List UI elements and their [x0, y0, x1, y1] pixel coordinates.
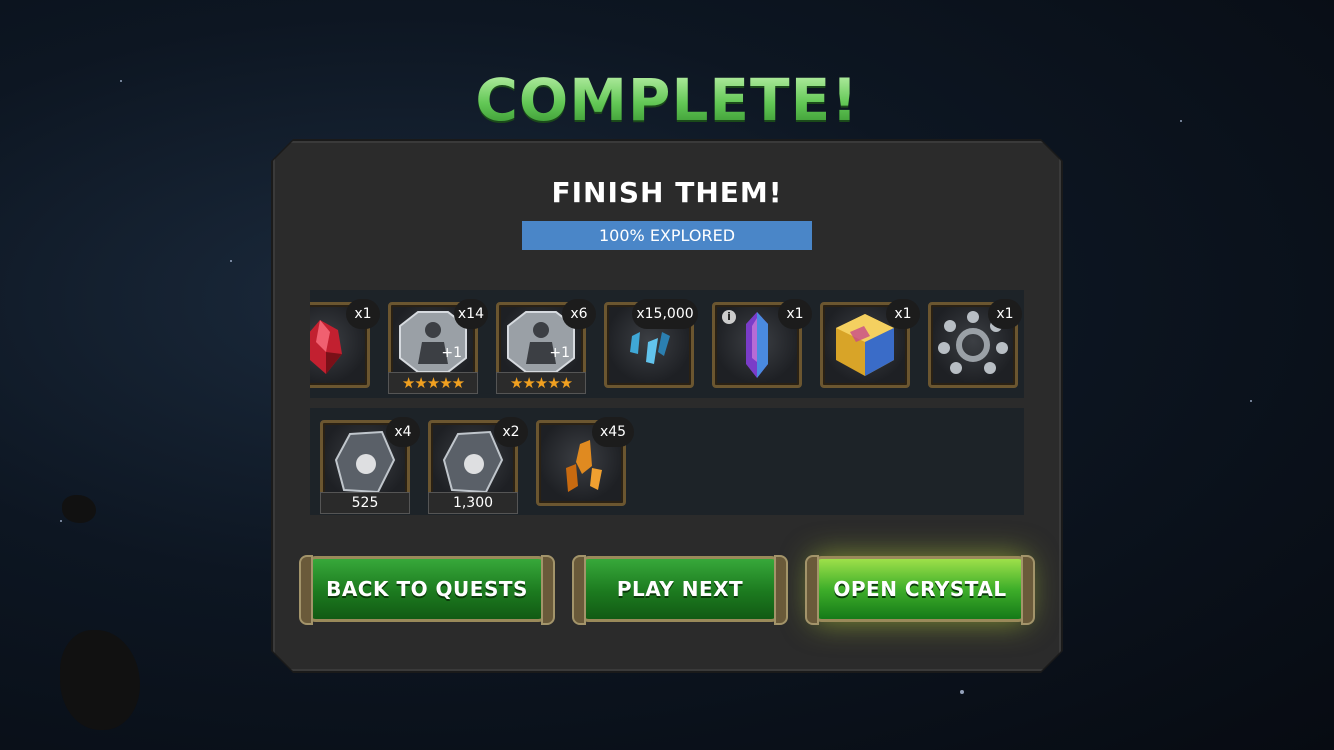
button-cap — [1021, 555, 1035, 625]
progress-label: 100% EXPLORED — [598, 226, 736, 245]
reward-item[interactable]: 525 x4 — [320, 417, 420, 514]
exploration-progress-bar: 100% EXPLORED — [522, 221, 812, 250]
quantity-badge: x1 — [988, 299, 1022, 329]
iso-value: 1,300 — [428, 492, 518, 514]
button-cap — [299, 555, 313, 625]
page-title: COMPLETE! — [0, 66, 1334, 134]
rewards-row-1: x1 +1 ★★★★★ x14 +1 ★★★★★ x6 x15,000 i x1… — [310, 290, 1024, 398]
token-bonus: +1 — [441, 345, 462, 361]
iso-value: 525 — [320, 492, 410, 514]
asteroid — [62, 495, 96, 523]
reward-item[interactable]: x15,000 — [604, 299, 698, 388]
back-to-quests-label: BACK TO QUESTS — [326, 577, 528, 601]
play-next-label: PLAY NEXT — [616, 577, 744, 601]
quantity-badge: x1 — [886, 299, 920, 329]
quantity-badge: x4 — [386, 417, 420, 447]
background-star — [60, 520, 62, 522]
open-crystal-button[interactable]: OPEN CRYSTAL — [805, 555, 1035, 625]
background-star — [960, 690, 964, 694]
play-next-button[interactable]: PLAY NEXT — [572, 555, 788, 625]
reward-item[interactable]: +1 ★★★★★ x14 — [388, 299, 488, 394]
quantity-badge: x14 — [453, 299, 488, 329]
token-bonus: +1 — [549, 345, 570, 361]
open-crystal-label: OPEN CRYSTAL — [833, 577, 1007, 601]
button-cap — [774, 555, 788, 625]
button-cap — [805, 555, 819, 625]
reward-item[interactable]: i x1 — [712, 299, 812, 388]
star-rating: ★★★★★ — [388, 372, 478, 394]
background-star — [1250, 400, 1252, 402]
quest-subtitle: FINISH THEM! — [551, 176, 783, 209]
rewards-row-2: 525 x4 1,300 x2 x45 — [310, 408, 1024, 515]
button-cap — [541, 555, 555, 625]
quantity-badge: x2 — [494, 417, 528, 447]
quantity-badge: x15,000 — [632, 299, 698, 329]
background-star — [230, 260, 232, 262]
quantity-badge: x1 — [346, 299, 380, 329]
reward-item[interactable]: 1,300 x2 — [428, 417, 528, 514]
button-cap — [572, 555, 586, 625]
quantity-badge: x6 — [562, 299, 596, 329]
info-icon[interactable]: i — [722, 310, 736, 324]
asteroid — [60, 630, 140, 730]
reward-item[interactable]: x1 — [310, 299, 380, 388]
quantity-badge: x1 — [778, 299, 812, 329]
reward-item[interactable]: x1 — [820, 299, 920, 388]
quantity-badge: x45 — [592, 417, 634, 447]
reward-item[interactable]: x1 — [928, 299, 1022, 388]
back-to-quests-button[interactable]: BACK TO QUESTS — [299, 555, 555, 625]
reward-item[interactable]: +1 ★★★★★ x6 — [496, 299, 596, 394]
star-rating: ★★★★★ — [496, 372, 586, 394]
reward-item[interactable]: x45 — [536, 417, 634, 506]
